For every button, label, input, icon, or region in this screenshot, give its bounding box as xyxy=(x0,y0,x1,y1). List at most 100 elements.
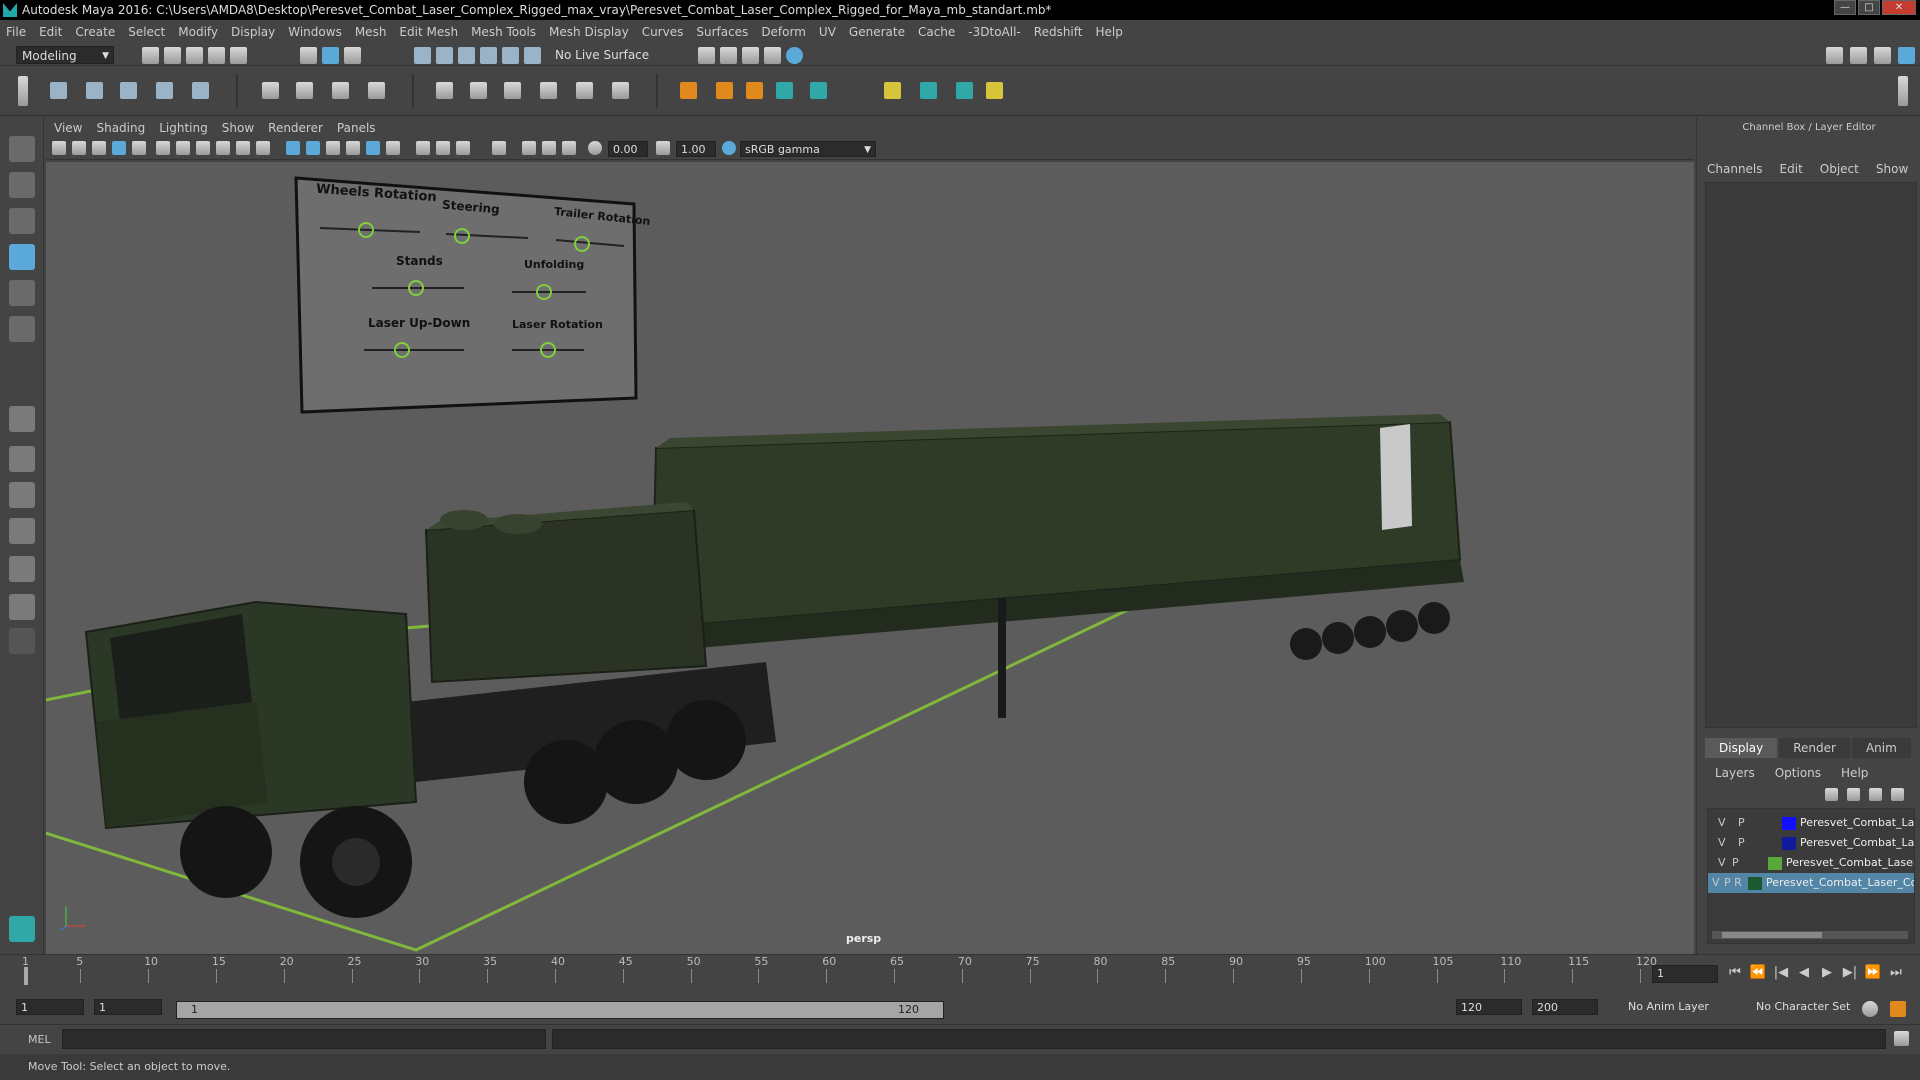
menu-help[interactable]: Help xyxy=(1095,25,1122,39)
anim-layer-dropdown[interactable]: No Anim Layer xyxy=(1624,999,1746,1015)
cb-menu-edit[interactable]: Edit xyxy=(1780,162,1803,176)
generator-module[interactable] xyxy=(424,502,708,684)
go-to-start-button[interactable]: ⏮ xyxy=(1726,965,1744,980)
image-plane-icon[interactable] xyxy=(112,141,126,155)
side-by-side-layout-icon[interactable] xyxy=(9,482,35,508)
menu-windows[interactable]: Windows xyxy=(288,25,342,39)
ambient-occlusion-icon[interactable] xyxy=(416,141,430,155)
wireframe-icon[interactable] xyxy=(286,141,300,155)
channel-box-area[interactable] xyxy=(1705,182,1917,728)
tab-anim[interactable]: Anim xyxy=(1851,738,1911,758)
curve-ep-icon[interactable] xyxy=(86,82,103,99)
menu-modify[interactable]: Modify xyxy=(178,25,218,39)
current-time-indicator[interactable] xyxy=(24,967,28,985)
live-surface-field[interactable]: No Live Surface xyxy=(550,46,650,64)
step-back-frame-button[interactable]: |◀ xyxy=(1772,965,1790,980)
menu-edit[interactable]: Edit xyxy=(39,25,62,39)
color-management-icon[interactable] xyxy=(722,141,736,155)
menu-generate[interactable]: Generate xyxy=(849,25,905,39)
four-view-layout-icon[interactable] xyxy=(9,446,35,472)
layer-row-selected[interactable]: V P R Peresvet_Combat_Laser_Com xyxy=(1708,873,1914,893)
curve-cv-icon[interactable] xyxy=(50,82,67,99)
menu-curves[interactable]: Curves xyxy=(642,25,684,39)
panel-menu-panels[interactable]: Panels xyxy=(337,121,376,135)
pencil-curve-icon[interactable] xyxy=(120,82,137,99)
insert-knot-icon[interactable] xyxy=(716,82,733,99)
new-empty-layer-icon[interactable] xyxy=(1869,788,1882,801)
brush-icon[interactable] xyxy=(884,82,901,99)
select-by-component-icon[interactable] xyxy=(344,47,361,64)
menu-file[interactable]: File xyxy=(6,25,26,39)
layer-visibility-toggle[interactable]: V xyxy=(1718,813,1726,833)
maya-m2-icon[interactable] xyxy=(810,82,827,99)
cb-menu-show[interactable]: Show xyxy=(1876,162,1908,176)
perspective-viewport[interactable]: Wheels Rotation Steering Trailer Rotatio… xyxy=(46,162,1694,954)
resolution-gate-icon[interactable] xyxy=(196,141,210,155)
menu-deform[interactable]: Deform xyxy=(761,25,806,39)
xray-components-icon[interactable] xyxy=(562,141,576,155)
attach-curves-icon[interactable] xyxy=(504,82,521,99)
camera-attr-icon[interactable] xyxy=(72,141,86,155)
step-back-key-button[interactable]: ⏪ xyxy=(1749,965,1767,980)
snap-point-icon[interactable] xyxy=(458,47,475,64)
exposure-icon[interactable] xyxy=(588,141,602,155)
layer-color-swatch[interactable] xyxy=(1782,817,1796,830)
view-transform-dropdown[interactable]: sRGB gamma ▼ xyxy=(740,141,876,157)
menu-mesh-display[interactable]: Mesh Display xyxy=(549,25,629,39)
wireframe-on-shaded-icon[interactable] xyxy=(326,141,340,155)
tab-display[interactable]: Display xyxy=(1705,738,1778,758)
laser-trailer[interactable] xyxy=(650,414,1464,718)
select-by-hierarchy-icon[interactable] xyxy=(300,47,317,64)
magnet-icon[interactable] xyxy=(524,47,541,64)
menu-display[interactable]: Display xyxy=(231,25,275,39)
layer-color-swatch[interactable] xyxy=(1748,877,1762,890)
snap-curve-icon[interactable] xyxy=(436,47,453,64)
undo-icon[interactable] xyxy=(208,47,225,64)
time-ruler[interactable]: 1 5 10 15 20 25 30 35 40 45 50 55 60 65 70 75 80 85 90 95 10… xyxy=(22,955,1657,989)
loft-icon[interactable] xyxy=(296,82,313,99)
tab-render[interactable]: Render xyxy=(1779,738,1850,758)
go-to-end-button[interactable]: ⏭ xyxy=(1887,965,1905,980)
maya-m3-icon[interactable] xyxy=(956,82,973,99)
gate-mask-icon[interactable] xyxy=(216,141,230,155)
layer-menu-layers[interactable]: Layers xyxy=(1715,766,1755,780)
anti-aliasing-icon[interactable] xyxy=(456,141,470,155)
menu-cache[interactable]: Cache xyxy=(918,25,955,39)
gamma-field[interactable]: 1.00 xyxy=(676,141,716,157)
current-frame-field[interactable]: 1 xyxy=(1652,965,1718,983)
command-input[interactable] xyxy=(62,1029,546,1049)
layer-row[interactable]: V P Peresvet_Combat_Lase xyxy=(1708,813,1914,833)
tool-settings-icon[interactable] xyxy=(1874,47,1891,64)
panel-menu-view[interactable]: View xyxy=(54,121,82,135)
menu-edit-mesh[interactable]: Edit Mesh xyxy=(399,25,458,39)
curve-tool-icon[interactable] xyxy=(192,82,209,99)
snap-view-plane-icon[interactable] xyxy=(480,47,497,64)
ipr-render-icon[interactable] xyxy=(720,47,737,64)
textured-icon[interactable] xyxy=(346,141,360,155)
reverse-curve-icon[interactable] xyxy=(612,82,629,99)
menu-select[interactable]: Select xyxy=(128,25,165,39)
open-scene-icon[interactable] xyxy=(164,47,181,64)
attribute-editor-icon[interactable] xyxy=(1850,47,1867,64)
layer-visibility-toggle[interactable]: V xyxy=(1712,873,1720,893)
rebuild-curve-icon[interactable] xyxy=(576,82,593,99)
new-scene-icon[interactable] xyxy=(142,47,159,64)
detach-curves-icon[interactable] xyxy=(540,82,557,99)
render-frame-icon[interactable] xyxy=(698,47,715,64)
film-gate-icon[interactable] xyxy=(176,141,190,155)
select-by-object-icon[interactable] xyxy=(322,47,339,64)
menu-mesh[interactable]: Mesh xyxy=(355,25,387,39)
animation-end-field[interactable]: 200 xyxy=(1532,999,1598,1015)
layer-playback-toggle[interactable]: P R xyxy=(1724,873,1742,893)
step-forward-frame-button[interactable]: ▶| xyxy=(1841,965,1859,980)
select-tool-icon[interactable] xyxy=(9,136,35,162)
revolve-icon[interactable] xyxy=(262,82,279,99)
menu-create[interactable]: Create xyxy=(75,25,115,39)
grid-toggle-icon[interactable] xyxy=(156,141,170,155)
planar-icon[interactable] xyxy=(332,82,349,99)
layer-row[interactable]: V P Peresvet_Combat_Laser_( xyxy=(1708,853,1914,873)
step-forward-key-button[interactable]: ⏩ xyxy=(1864,965,1882,980)
character-set-dropdown[interactable]: No Character Set xyxy=(1752,999,1864,1015)
motion-blur-icon[interactable] xyxy=(436,141,450,155)
script-editor-icon[interactable] xyxy=(1894,1031,1909,1046)
